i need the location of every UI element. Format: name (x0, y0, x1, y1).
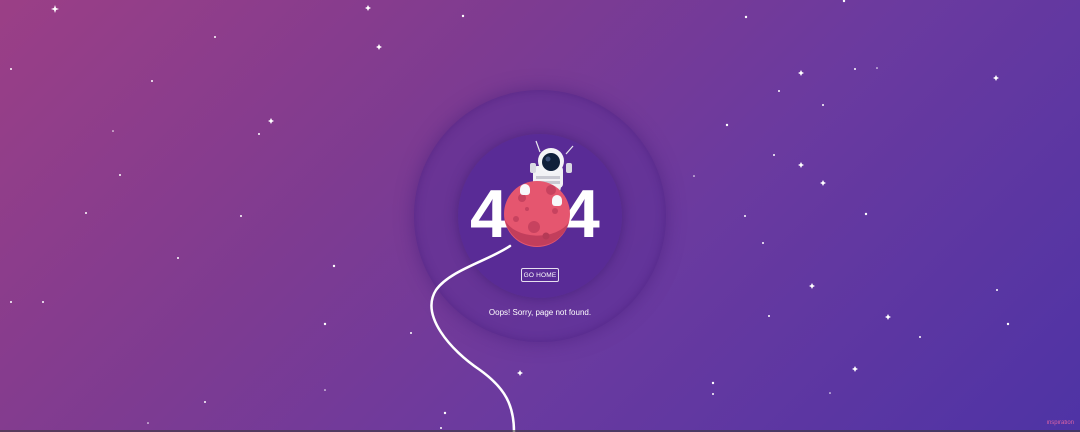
tether-cord (430, 244, 516, 432)
credit-link[interactable]: inspiration (1047, 420, 1074, 426)
go-home-button[interactable]: GO HOME (521, 268, 559, 282)
illustration (430, 140, 574, 432)
planet-icon (504, 181, 570, 247)
error-message: Oops! Sorry, page not found. (488, 308, 592, 317)
